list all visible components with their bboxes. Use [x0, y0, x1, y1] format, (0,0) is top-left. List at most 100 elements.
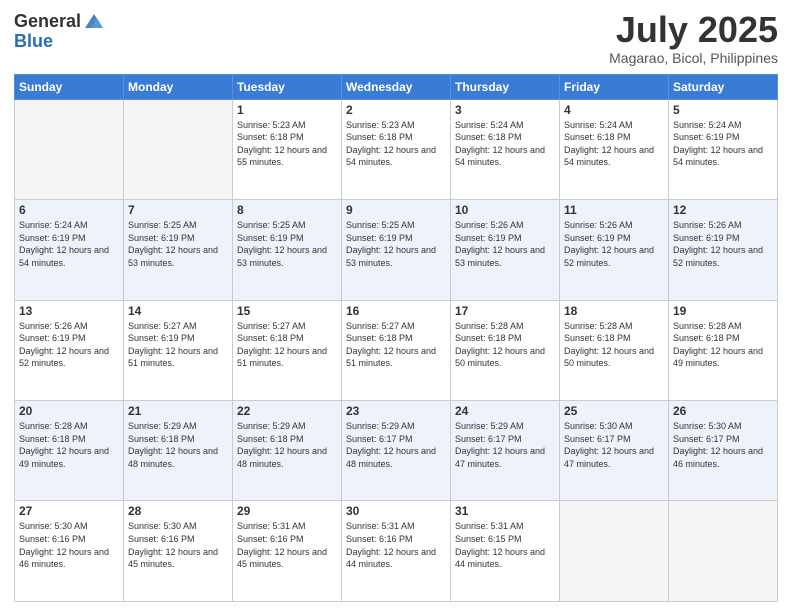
header-saturday: Saturday — [669, 74, 778, 99]
day-number: 11 — [564, 203, 664, 217]
day-number: 4 — [564, 103, 664, 117]
day-info: Sunrise: 5:23 AMSunset: 6:18 PMDaylight:… — [237, 119, 337, 169]
table-row: 14Sunrise: 5:27 AMSunset: 6:19 PMDayligh… — [124, 300, 233, 400]
title-block: July 2025 Magarao, Bicol, Philippines — [609, 10, 778, 66]
table-row: 3 Sunrise: 5:24 AMSunset: 6:18 PMDaylight… — [451, 99, 560, 199]
day-number: 9 — [346, 203, 446, 217]
table-row: 9 Sunrise: 5:25 AMSunset: 6:19 PMDaylight… — [342, 200, 451, 300]
table-row: 29 Sunrise: 5:31 AMSunset: 6:16 PMDayligh… — [233, 501, 342, 602]
day-info: Sunrise: 5:30 AMSunset: 6:16 PMDaylight:… — [19, 520, 119, 570]
table-row: 27 Sunrise: 5:30 AMSunset: 6:16 PMDayligh… — [15, 501, 124, 602]
table-row: 13Sunrise: 5:26 AMSunset: 6:19 PMDayligh… — [15, 300, 124, 400]
day-number: 26 — [673, 404, 773, 418]
day-info: Sunrise: 5:28 AMSunset: 6:18 PMDaylight:… — [455, 320, 555, 370]
day-info: Sunrise: 5:29 AMSunset: 6:17 PMDaylight:… — [346, 420, 446, 470]
day-number: 22 — [237, 404, 337, 418]
calendar-table: Sunday Monday Tuesday Wednesday Thursday… — [14, 74, 778, 602]
day-info: Sunrise: 5:28 AMSunset: 6:18 PMDaylight:… — [673, 320, 773, 370]
page: General Blue July 2025 Magarao, Bicol, P… — [0, 0, 792, 612]
table-row: 16 Sunrise: 5:27 AMSunset: 6:18 PMDayligh… — [342, 300, 451, 400]
table-row: 24Sunrise: 5:29 AMSunset: 6:17 PMDayligh… — [451, 401, 560, 501]
header-friday: Friday — [560, 74, 669, 99]
day-info: Sunrise: 5:30 AMSunset: 6:17 PMDaylight:… — [564, 420, 664, 470]
table-row: 7Sunrise: 5:25 AMSunset: 6:19 PMDaylight… — [124, 200, 233, 300]
calendar-week-row: 6 Sunrise: 5:24 AMSunset: 6:19 PMDaylight… — [15, 200, 778, 300]
table-row — [560, 501, 669, 602]
calendar-week-row: 1 Sunrise: 5:23 AMSunset: 6:18 PMDaylight… — [15, 99, 778, 199]
header-monday: Monday — [124, 74, 233, 99]
table-row: 25 Sunrise: 5:30 AMSunset: 6:17 PMDayligh… — [560, 401, 669, 501]
day-info: Sunrise: 5:31 AMSunset: 6:15 PMDaylight:… — [455, 520, 555, 570]
day-number: 25 — [564, 404, 664, 418]
day-number: 29 — [237, 504, 337, 518]
day-number: 17 — [455, 304, 555, 318]
day-info: Sunrise: 5:30 AMSunset: 6:17 PMDaylight:… — [673, 420, 773, 470]
header: General Blue July 2025 Magarao, Bicol, P… — [14, 10, 778, 66]
table-row: 26 Sunrise: 5:30 AMSunset: 6:17 PMDayligh… — [669, 401, 778, 501]
table-row: 22 Sunrise: 5:29 AMSunset: 6:18 PMDayligh… — [233, 401, 342, 501]
day-info: Sunrise: 5:25 AMSunset: 6:19 PMDaylight:… — [237, 219, 337, 269]
day-info: Sunrise: 5:24 AMSunset: 6:19 PMDaylight:… — [19, 219, 119, 269]
day-info: Sunrise: 5:29 AMSunset: 6:17 PMDaylight:… — [455, 420, 555, 470]
day-info: Sunrise: 5:27 AMSunset: 6:19 PMDaylight:… — [128, 320, 228, 370]
logo: General Blue — [14, 10, 105, 50]
table-row: 20 Sunrise: 5:28 AMSunset: 6:18 PMDayligh… — [15, 401, 124, 501]
logo-icon — [83, 10, 105, 32]
day-info: Sunrise: 5:27 AMSunset: 6:18 PMDaylight:… — [237, 320, 337, 370]
table-row: 15 Sunrise: 5:27 AMSunset: 6:18 PMDayligh… — [233, 300, 342, 400]
day-info: Sunrise: 5:24 AMSunset: 6:18 PMDaylight:… — [455, 119, 555, 169]
table-row: 18Sunrise: 5:28 AMSunset: 6:18 PMDayligh… — [560, 300, 669, 400]
day-number: 20 — [19, 404, 119, 418]
day-info: Sunrise: 5:27 AMSunset: 6:18 PMDaylight:… — [346, 320, 446, 370]
day-number: 7 — [128, 203, 228, 217]
table-row: 17 Sunrise: 5:28 AMSunset: 6:18 PMDayligh… — [451, 300, 560, 400]
day-number: 15 — [237, 304, 337, 318]
day-number: 8 — [237, 203, 337, 217]
day-number: 6 — [19, 203, 119, 217]
day-info: Sunrise: 5:26 AMSunset: 6:19 PMDaylight:… — [673, 219, 773, 269]
day-info: Sunrise: 5:29 AMSunset: 6:18 PMDaylight:… — [237, 420, 337, 470]
header-tuesday: Tuesday — [233, 74, 342, 99]
day-info: Sunrise: 5:25 AMSunset: 6:19 PMDaylight:… — [346, 219, 446, 269]
day-number: 18 — [564, 304, 664, 318]
day-info: Sunrise: 5:23 AMSunset: 6:18 PMDaylight:… — [346, 119, 446, 169]
day-info: Sunrise: 5:31 AMSunset: 6:16 PMDaylight:… — [346, 520, 446, 570]
day-number: 3 — [455, 103, 555, 117]
day-info: Sunrise: 5:31 AMSunset: 6:16 PMDaylight:… — [237, 520, 337, 570]
table-row — [669, 501, 778, 602]
day-info: Sunrise: 5:24 AMSunset: 6:18 PMDaylight:… — [564, 119, 664, 169]
logo-blue: Blue — [14, 32, 53, 50]
header-sunday: Sunday — [15, 74, 124, 99]
day-number: 10 — [455, 203, 555, 217]
day-info: Sunrise: 5:30 AMSunset: 6:16 PMDaylight:… — [128, 520, 228, 570]
day-number: 27 — [19, 504, 119, 518]
calendar-week-row: 20 Sunrise: 5:28 AMSunset: 6:18 PMDayligh… — [15, 401, 778, 501]
day-info: Sunrise: 5:29 AMSunset: 6:18 PMDaylight:… — [128, 420, 228, 470]
day-info: Sunrise: 5:28 AMSunset: 6:18 PMDaylight:… — [19, 420, 119, 470]
calendar-header-row: Sunday Monday Tuesday Wednesday Thursday… — [15, 74, 778, 99]
day-number: 2 — [346, 103, 446, 117]
calendar-week-row: 27 Sunrise: 5:30 AMSunset: 6:16 PMDayligh… — [15, 501, 778, 602]
day-info: Sunrise: 5:26 AMSunset: 6:19 PMDaylight:… — [19, 320, 119, 370]
main-title: July 2025 — [609, 10, 778, 50]
table-row: 2 Sunrise: 5:23 AMSunset: 6:18 PMDaylight… — [342, 99, 451, 199]
day-info: Sunrise: 5:26 AMSunset: 6:19 PMDaylight:… — [564, 219, 664, 269]
subtitle: Magarao, Bicol, Philippines — [609, 50, 778, 66]
day-number: 19 — [673, 304, 773, 318]
table-row: 28 Sunrise: 5:30 AMSunset: 6:16 PMDayligh… — [124, 501, 233, 602]
table-row: 23Sunrise: 5:29 AMSunset: 6:17 PMDayligh… — [342, 401, 451, 501]
day-number: 12 — [673, 203, 773, 217]
table-row: 19 Sunrise: 5:28 AMSunset: 6:18 PMDayligh… — [669, 300, 778, 400]
day-number: 28 — [128, 504, 228, 518]
table-row: 6 Sunrise: 5:24 AMSunset: 6:19 PMDaylight… — [15, 200, 124, 300]
table-row: 31Sunrise: 5:31 AMSunset: 6:15 PMDayligh… — [451, 501, 560, 602]
day-info: Sunrise: 5:24 AMSunset: 6:19 PMDaylight:… — [673, 119, 773, 169]
table-row: 10Sunrise: 5:26 AMSunset: 6:19 PMDayligh… — [451, 200, 560, 300]
table-row — [15, 99, 124, 199]
header-wednesday: Wednesday — [342, 74, 451, 99]
day-number: 21 — [128, 404, 228, 418]
table-row: 1 Sunrise: 5:23 AMSunset: 6:18 PMDaylight… — [233, 99, 342, 199]
day-number: 1 — [237, 103, 337, 117]
table-row: 12 Sunrise: 5:26 AMSunset: 6:19 PMDayligh… — [669, 200, 778, 300]
day-number: 16 — [346, 304, 446, 318]
